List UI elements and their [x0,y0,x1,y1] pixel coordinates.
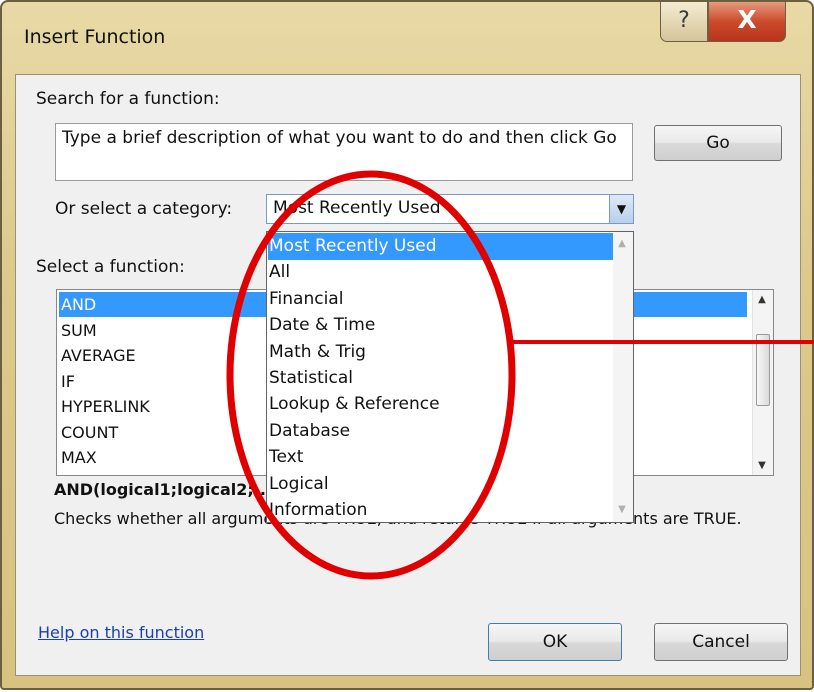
search-input[interactable]: Type a brief description of what you wan… [55,123,633,181]
go-button[interactable]: Go [654,125,782,161]
category-option[interactable]: Date & Time [268,312,614,339]
category-option[interactable]: Database [268,418,614,445]
category-option[interactable]: Statistical [268,365,614,392]
scroll-thumb[interactable] [756,334,770,406]
dropdown-arrow-icon[interactable]: ▼ [609,195,633,223]
category-label: Or select a category: [55,199,233,219]
category-selected-value: Most Recently Used [273,198,441,218]
function-list-item[interactable]: COUNT [59,420,118,445]
category-option[interactable]: Text [268,444,614,471]
scroll-up-icon[interactable]: ▲ [753,294,771,305]
dialog-window: Insert Function ? X Search for a functio… [0,0,814,690]
dialog-body: Search for a function: Type a brief desc… [15,74,801,676]
search-label: Search for a function: [36,89,220,109]
cancel-button[interactable]: Cancel [654,623,788,661]
function-signature: AND(logical1;logical2;...) [54,480,280,499]
function-list-item[interactable]: AVERAGE [59,343,136,368]
function-list-item[interactable]: HYPERLINK [59,394,150,419]
window-title: Insert Function [24,26,166,48]
dropdown-scrollbar[interactable]: ▲ ▼ [613,232,633,522]
category-option[interactable]: Math & Trig [268,339,614,366]
category-option[interactable]: Information [268,497,614,524]
category-select[interactable]: Most Recently Used ▼ [266,194,634,224]
function-list-item[interactable]: MAX [59,445,97,470]
category-option[interactable]: Logical [268,471,614,498]
function-list-scrollbar[interactable]: ▲ ▼ [752,290,773,475]
dropdown-scroll-up-icon[interactable]: ▲ [613,238,631,249]
close-button[interactable]: X [708,2,786,42]
help-button[interactable]: ? [660,2,708,42]
category-option[interactable]: Lookup & Reference [268,391,614,418]
help-icon: ? [678,8,690,33]
scroll-down-icon[interactable]: ▼ [753,460,771,471]
function-list-label: Select a function: [36,257,185,277]
ok-button[interactable]: OK [488,623,622,661]
category-option[interactable]: Financial [268,286,614,313]
category-option[interactable]: Most Recently Used [268,233,614,260]
dropdown-scroll-down-icon[interactable]: ▼ [613,504,631,515]
category-dropdown-list[interactable]: Most Recently Used All Financial Date & Tim… [266,231,634,523]
category-option[interactable]: All [268,259,614,286]
function-list-item[interactable]: SUM [59,318,97,343]
title-bar: Insert Function ? X [2,2,812,74]
help-on-function-link[interactable]: Help on this function [38,623,204,642]
close-icon: X [737,5,757,34]
function-list-item[interactable]: IF [59,369,75,394]
